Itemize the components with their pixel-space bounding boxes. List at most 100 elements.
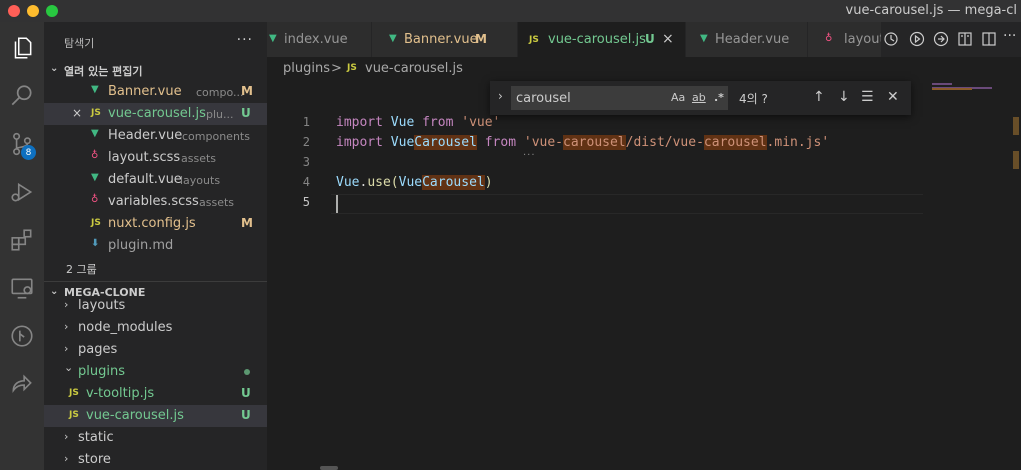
run-debug-icon[interactable]: [6, 176, 38, 208]
search-icon[interactable]: [6, 80, 38, 112]
git-status: U: [241, 106, 251, 120]
open-editor-desc: assets: [199, 196, 235, 209]
code-line: Vue.use(VueCarousel): [336, 175, 493, 190]
overview-ruler-mark: [1013, 151, 1019, 169]
tree-file[interactable]: JS v-tooltip.js U: [44, 383, 267, 405]
folder-name: plugins: [78, 364, 125, 379]
remote-explorer-icon[interactable]: [6, 272, 38, 304]
open-editors-header[interactable]: ⌄ 열려 있는 편집기: [44, 59, 267, 81]
open-editor-desc: assets: [181, 152, 217, 165]
tab-banner-vue[interactable]: ▼ Banner.vue M: [372, 22, 518, 57]
extensions-icon[interactable]: [6, 224, 38, 256]
folder-name: pages: [78, 342, 118, 357]
close-icon[interactable]: ×: [662, 31, 674, 47]
live-share-icon[interactable]: [6, 368, 38, 400]
next-match-button[interactable]: ↓: [838, 89, 850, 105]
open-changes-icon[interactable]: [957, 31, 975, 49]
scss-file-icon: ♁: [825, 33, 833, 44]
minimize-window-button[interactable]: [27, 5, 39, 17]
match-case-toggle[interactable]: Aa: [671, 91, 685, 104]
text-cursor: [336, 195, 338, 213]
close-icon[interactable]: ×: [72, 106, 82, 120]
line-number: 1: [302, 115, 310, 129]
chevron-down-icon: ⌄: [64, 361, 74, 374]
open-editor-item[interactable]: ⬇ plugin.md: [44, 235, 267, 257]
js-file-icon: JS: [69, 410, 79, 420]
whole-word-toggle[interactable]: ab: [692, 91, 706, 104]
vue-file-icon: ▼: [91, 128, 99, 139]
editor-tabs: ▼ index.vue ▼ Banner.vue M JS vue-carous…: [267, 22, 1021, 57]
open-editor-item[interactable]: ♁ layout.scss assets: [44, 147, 267, 169]
git-status: M: [241, 84, 253, 98]
git-status: U: [241, 408, 251, 422]
open-editor-name: nuxt.config.js: [108, 216, 196, 231]
close-window-button[interactable]: [8, 5, 20, 17]
vue-file-icon: ▼: [389, 33, 397, 44]
vue-file-icon: ▼: [700, 33, 708, 44]
horizontal-scrollbar[interactable]: [320, 466, 338, 470]
open-editor-item[interactable]: ▼ Header.vue components: [44, 125, 267, 147]
breadcrumb-folder[interactable]: plugins: [283, 61, 330, 76]
sidebar-title: 탐색기: [64, 37, 95, 50]
tab-layout[interactable]: ♁ layout: [808, 22, 888, 57]
explorer-icon[interactable]: [6, 32, 38, 64]
scss-file-icon: ♁: [91, 150, 99, 161]
open-editor-desc: components: [182, 130, 250, 143]
open-editor-item[interactable]: ▼ Banner.vue compo... M: [44, 81, 267, 103]
open-editor-item[interactable]: ♁ variables.scss assets: [44, 191, 267, 213]
tab-index-vue[interactable]: ▼ index.vue: [267, 22, 372, 57]
git-status: M: [241, 216, 253, 230]
line-number: 4: [302, 175, 310, 189]
toggle-replace-icon[interactable]: ›: [498, 89, 503, 103]
close-find-button[interactable]: ✕: [887, 89, 899, 105]
tree-folder[interactable]: ⌄ plugins: [44, 361, 267, 383]
more-actions-icon[interactable]: ···: [1003, 28, 1021, 46]
tree-folder[interactable]: › static: [44, 427, 267, 449]
git-status: U: [645, 32, 655, 46]
js-file-icon: JS: [91, 108, 101, 118]
more-actions-button[interactable]: ···: [237, 32, 253, 48]
open-editor-name: Header.vue: [108, 128, 183, 143]
run-icon[interactable]: [909, 31, 927, 49]
vue-file-icon: ▼: [91, 172, 99, 183]
tree-file[interactable]: JS vue-carousel.js U: [44, 405, 267, 427]
match-count: 4의 ?: [739, 92, 768, 106]
timeline-icon[interactable]: [883, 31, 901, 49]
activity-bar: 8: [0, 22, 44, 470]
current-line-highlight: [331, 194, 923, 214]
tab-label: vue-carousel.js: [548, 32, 646, 47]
tree-folder[interactable]: › node_modules: [44, 317, 267, 339]
folder-name: layouts: [78, 298, 126, 313]
chevron-right-icon: ›: [64, 452, 69, 465]
zoom-window-button[interactable]: [46, 5, 58, 17]
folder-name: node_modules: [78, 320, 173, 335]
tab-vue-carousel-js[interactable]: JS vue-carousel.js U ×: [518, 22, 686, 57]
editor-actions: ···: [881, 22, 1021, 57]
markdown-file-icon: ⬇: [91, 238, 100, 249]
open-editor-item[interactable]: × JS vue-carousel.js plu... U: [44, 103, 267, 125]
tab-label: Header.vue: [715, 32, 790, 47]
previous-match-button[interactable]: ↑: [813, 89, 825, 105]
editor-group-label[interactable]: 2 그룹: [44, 258, 267, 280]
git-status: M: [475, 32, 487, 46]
line-number: 3: [302, 155, 310, 169]
open-preview-icon[interactable]: [933, 31, 951, 49]
breadcrumb-file[interactable]: vue-carousel.js: [365, 61, 463, 76]
vue-file-icon: ▼: [91, 84, 99, 95]
code-editor[interactable]: 1 2 3 4 5 import Vue from 'vue' import V…: [267, 81, 1021, 470]
open-editor-item[interactable]: JS nuxt.config.js M: [44, 213, 267, 235]
open-editor-item[interactable]: ▼ default.vue layouts: [44, 169, 267, 191]
open-editor-name: layout.scss: [108, 150, 181, 165]
scss-file-icon: ♁: [91, 194, 99, 205]
tree-folder[interactable]: › store: [44, 449, 267, 470]
open-editor-name: Banner.vue: [108, 84, 182, 99]
regex-toggle[interactable]: .*: [714, 91, 724, 104]
tab-header-vue[interactable]: ▼ Header.vue: [686, 22, 808, 57]
split-editor-icon[interactable]: [981, 31, 999, 49]
find-in-selection-button[interactable]: ☰: [861, 89, 874, 105]
git-graph-icon[interactable]: [6, 320, 38, 352]
js-file-icon: JS: [91, 218, 101, 228]
tree-folder[interactable]: › layouts: [44, 295, 267, 317]
tree-folder[interactable]: › pages: [44, 339, 267, 361]
minimap[interactable]: [930, 81, 1021, 470]
